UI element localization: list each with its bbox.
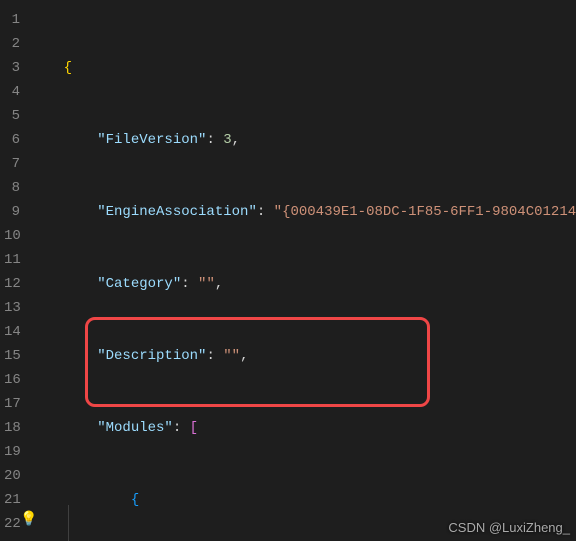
line-number-gutter: 1 2 3 4 5 6 7 8 9 10 11 12 13 14 15 16 1… bbox=[0, 0, 30, 541]
json-key: "EngineAssociation" bbox=[97, 204, 257, 220]
line-number: 7 bbox=[4, 152, 20, 176]
code-area[interactable]: { "FileVersion": 3, "EngineAssociation":… bbox=[30, 0, 576, 541]
json-key: "FileVersion" bbox=[97, 132, 206, 148]
brace-open: { bbox=[64, 60, 72, 76]
json-string: "" bbox=[198, 276, 215, 292]
line-number: 8 bbox=[4, 176, 20, 200]
line-number: 16 bbox=[4, 368, 20, 392]
line-number: 9 bbox=[4, 200, 20, 224]
watermark-text: CSDN @LuxiZheng_ bbox=[448, 520, 570, 535]
line-number: 4 bbox=[4, 80, 20, 104]
line-number: 2 bbox=[4, 32, 20, 56]
line-number: 3 bbox=[4, 56, 20, 80]
line-number: 20 bbox=[4, 464, 20, 488]
gutter-divider bbox=[68, 505, 69, 541]
line-number: 18 bbox=[4, 416, 20, 440]
line-number: 1 bbox=[4, 8, 20, 32]
line-number: 17 bbox=[4, 392, 20, 416]
line-number: 21 bbox=[4, 488, 20, 512]
line-number: 22 bbox=[4, 512, 20, 536]
line-number: 13 bbox=[4, 296, 20, 320]
json-string: "" bbox=[223, 348, 240, 364]
line-number: 19 bbox=[4, 440, 20, 464]
line-number: 11 bbox=[4, 248, 20, 272]
bracket-open: [ bbox=[190, 420, 198, 436]
line-number: 15 bbox=[4, 344, 20, 368]
line-number: 14 bbox=[4, 320, 20, 344]
json-key: "Category" bbox=[97, 276, 181, 292]
line-number: 10 bbox=[4, 224, 20, 248]
line-number: 12 bbox=[4, 272, 20, 296]
json-key: "Description" bbox=[97, 348, 206, 364]
json-number: 3 bbox=[223, 132, 231, 148]
json-key: "Modules" bbox=[97, 420, 173, 436]
line-number: 6 bbox=[4, 128, 20, 152]
line-number: 23 bbox=[4, 536, 20, 541]
brace-open: { bbox=[131, 492, 139, 508]
code-editor[interactable]: 1 2 3 4 5 6 7 8 9 10 11 12 13 14 15 16 1… bbox=[0, 0, 576, 541]
json-string: "{000439E1-08DC-1F85-6FF1-9804C0121466 bbox=[274, 204, 576, 220]
line-number: 5 bbox=[4, 104, 20, 128]
lightbulb-icon[interactable]: 💡 bbox=[20, 513, 34, 527]
